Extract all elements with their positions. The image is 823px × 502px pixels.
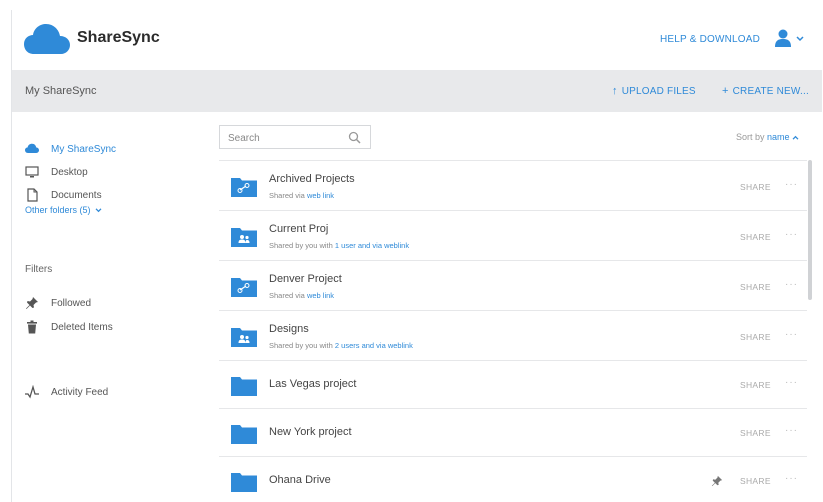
sharing-prefix: Shared by you with — [269, 341, 333, 350]
file-sharing-info: Shared via web link — [269, 291, 334, 300]
more-options-button[interactable]: ··· — [785, 179, 798, 190]
create-new-label: CREATE NEW... — [732, 86, 809, 97]
sidebar-item-label: Activity Feed — [51, 386, 109, 398]
chevron-down-icon — [796, 36, 804, 42]
search-icon[interactable] — [348, 131, 361, 144]
sidebar-item-label: Desktop — [51, 166, 88, 178]
file-name: New York project — [269, 426, 352, 438]
sharing-link[interactable]: web link — [307, 291, 334, 300]
filters-heading: Filters — [25, 264, 53, 275]
pin-icon — [26, 297, 38, 309]
shared-folder-icon — [231, 228, 257, 247]
other-folders-toggle[interactable]: Other folders (5) — [25, 205, 102, 215]
sharing-prefix: Shared via — [269, 191, 305, 200]
more-options-button[interactable]: ··· — [785, 377, 798, 388]
sort-prefix: Sort by — [736, 132, 765, 142]
more-options-button[interactable]: ··· — [785, 329, 798, 340]
folder-icon — [231, 377, 257, 396]
share-button[interactable]: SHARE — [740, 182, 771, 192]
link-folder-icon — [231, 178, 257, 197]
sidebar-item-documents[interactable]: Documents — [25, 186, 102, 204]
toolbar: My ShareSync ↑ UPLOAD FILES + CREATE NEW..… — [12, 70, 822, 112]
share-button[interactable]: SHARE — [740, 380, 771, 390]
file-name: Las Vegas project — [269, 378, 357, 390]
file-row[interactable]: New York project SHARE ··· — [219, 408, 807, 456]
upload-files-button[interactable]: ↑ UPLOAD FILES — [612, 85, 696, 97]
sidebar: My ShareSync Desktop Documents Other fol… — [12, 112, 212, 502]
sort-field: name — [767, 132, 790, 142]
search-input[interactable] — [226, 130, 348, 146]
chevron-up-icon — [792, 135, 799, 140]
share-button[interactable]: SHARE — [740, 332, 771, 342]
file-row[interactable]: Current Proj Shared by you with 1 user a… — [219, 210, 807, 260]
file-name: Designs — [269, 323, 309, 335]
user-menu-button[interactable] — [775, 28, 809, 50]
sidebar-item-label: Followed — [51, 297, 92, 309]
arrow-up-icon: ↑ — [612, 85, 618, 97]
sharesync-cloud-logo-icon[interactable] — [24, 22, 70, 56]
sharing-link[interactable]: web link — [307, 191, 334, 200]
link-folder-icon — [231, 278, 257, 297]
sidebar-item-label: My ShareSync — [51, 143, 117, 155]
brand-name: ShareSync — [77, 29, 160, 46]
help-download-link[interactable]: HELP & DOWNLOAD — [660, 34, 760, 45]
share-button[interactable]: SHARE — [740, 232, 771, 242]
file-row[interactable]: Las Vegas project SHARE ··· — [219, 360, 807, 408]
activity-icon — [25, 385, 39, 399]
more-options-button[interactable]: ··· — [785, 473, 798, 484]
more-options-button[interactable]: ··· — [785, 425, 798, 436]
monitor-icon — [25, 166, 39, 178]
cloud-icon — [25, 143, 39, 153]
file-name: Archived Projects — [269, 173, 355, 185]
folder-icon — [231, 425, 257, 444]
app-header: ShareSync HELP & DOWNLOAD — [12, 10, 822, 68]
trash-icon — [27, 320, 37, 334]
chevron-down-icon — [95, 208, 102, 213]
sidebar-item-label: Deleted Items — [51, 321, 113, 333]
search-box — [219, 125, 371, 149]
share-button[interactable]: SHARE — [740, 282, 771, 292]
user-icon — [775, 29, 791, 47]
file-name: Denver Project — [269, 273, 342, 285]
sidebar-item-deleted-items[interactable]: Deleted Items — [25, 318, 113, 336]
sidebar-item-desktop[interactable]: Desktop — [25, 163, 88, 181]
file-sharing-info: Shared by you with 1 user and via weblin… — [269, 241, 409, 250]
upload-files-label: UPLOAD FILES — [621, 86, 696, 97]
sharing-prefix: Shared via — [269, 291, 305, 300]
file-row[interactable]: Archived Projects Shared via web link SH… — [219, 160, 807, 210]
file-row[interactable]: Denver Project Shared via web link SHARE… — [219, 260, 807, 310]
file-sharing-info: Shared via web link — [269, 191, 334, 200]
more-options-button[interactable]: ··· — [785, 279, 798, 290]
file-row[interactable]: Ohana Drive SHARE ··· — [219, 456, 807, 502]
app-window: ShareSync HELP & DOWNLOAD My ShareSync ↑… — [11, 10, 822, 502]
folder-icon — [231, 473, 257, 492]
sidebar-item-label: Documents — [51, 189, 102, 201]
current-location-title: My ShareSync — [25, 85, 97, 97]
more-options-button[interactable]: ··· — [785, 229, 798, 240]
sort-control[interactable]: Sort by name — [736, 132, 799, 142]
share-button[interactable]: SHARE — [740, 476, 771, 486]
sidebar-item-my-sharesync[interactable]: My ShareSync — [25, 140, 116, 158]
create-new-button[interactable]: + CREATE NEW... — [722, 85, 809, 97]
sharing-prefix: Shared by you with — [269, 241, 333, 250]
share-button[interactable]: SHARE — [740, 428, 771, 438]
file-sharing-info: Shared by you with 2 users and via webli… — [269, 341, 413, 350]
file-row[interactable]: Designs Shared by you with 2 users and v… — [219, 310, 807, 360]
sidebar-item-activity-feed[interactable]: Activity Feed — [25, 383, 108, 401]
sharing-link[interactable]: 2 users and via weblink — [335, 341, 413, 350]
followed-pin-icon[interactable] — [711, 475, 723, 487]
document-icon — [27, 188, 38, 202]
file-name: Ohana Drive — [269, 474, 331, 486]
file-list-scrollbar[interactable] — [808, 160, 812, 300]
plus-icon: + — [722, 85, 729, 97]
file-name: Current Proj — [269, 223, 329, 235]
other-folders-label: Other folders (5) — [25, 205, 91, 215]
sharing-link[interactable]: 1 user and via weblink — [335, 241, 409, 250]
sidebar-item-followed[interactable]: Followed — [25, 294, 91, 312]
shared-folder-icon — [231, 328, 257, 347]
